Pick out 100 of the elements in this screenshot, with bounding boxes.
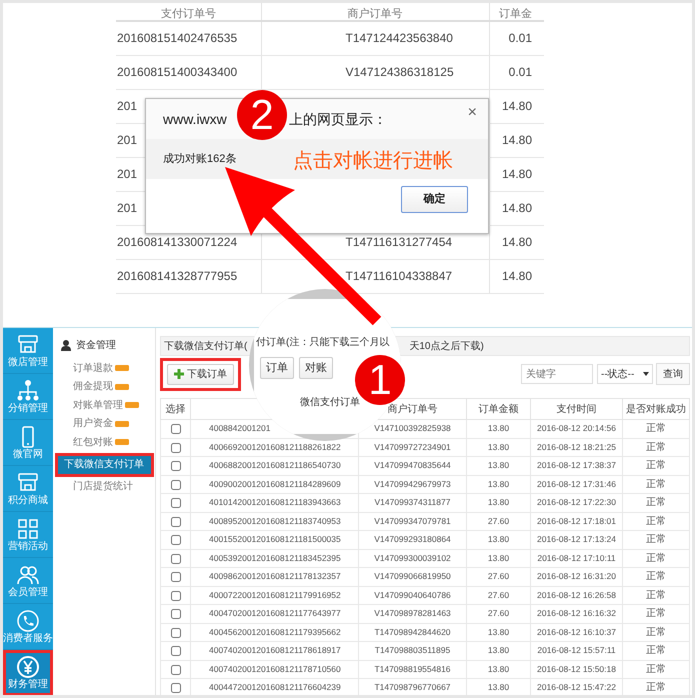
row-checkbox[interactable]: [170, 572, 180, 582]
search-field[interactable]: 关键字: [521, 364, 593, 384]
reconcile-button[interactable]: 对账: [299, 357, 333, 379]
download-button[interactable]: 下载订单: [167, 364, 234, 384]
table-cell: 0.01: [508, 64, 532, 78]
menu-item[interactable]: 门店提货统计: [53, 478, 155, 496]
table-cell: 正常: [646, 534, 666, 546]
menu-item[interactable]: 用户资金: [53, 414, 155, 433]
table-cell: 2016-08-12 16:16:32: [537, 608, 616, 618]
table-cell: V147098978281463: [374, 608, 451, 618]
menu-item[interactable]: 红包对账: [53, 433, 155, 452]
table-cell: V147099066819950: [374, 571, 451, 582]
table-cell: 正常: [646, 645, 666, 656]
menu-item[interactable]: 对账单管理: [53, 396, 155, 414]
table-cell: 4004702001201608121177643977: [209, 608, 341, 618]
table-cell: V147124386318125: [346, 64, 454, 78]
row-checkbox[interactable]: [170, 554, 180, 564]
row-checkbox[interactable]: [170, 628, 180, 638]
row-checkbox[interactable]: [170, 535, 180, 546]
table-cell: 14.80: [502, 200, 532, 214]
table-cell: 13.80: [488, 423, 510, 434]
table-cell: 27.60: [488, 590, 510, 600]
column-header: 商户订单号: [261, 3, 490, 21]
status-select[interactable]: --状态--: [597, 364, 653, 384]
row-checkbox[interactable]: [170, 609, 180, 620]
menu-item[interactable]: 下载微信支付订单: [56, 454, 153, 476]
table-cell: 14.80: [502, 268, 532, 282]
user-icon: [61, 340, 71, 351]
row-checkbox[interactable]: [170, 590, 180, 601]
table-cell: 4009002001201608121184289609: [209, 478, 341, 489]
table-cell: 4007402001201608121178618917: [209, 645, 341, 656]
table-cell: 4008952001201608121183740953: [209, 516, 341, 526]
network-icon: [16, 379, 40, 403]
table-cell: 201: [117, 166, 138, 180]
table-cell: 201608151400343400: [117, 64, 238, 78]
table-cell: 13.80: [488, 626, 510, 637]
table-cell: V147100392825938: [374, 423, 451, 434]
row-checkbox[interactable]: [170, 516, 180, 527]
yen-icon: [16, 655, 40, 679]
table-cell: V147099347079781: [374, 516, 451, 526]
table-cell: 0.01: [508, 30, 532, 44]
dialog-title: www.iwxw: [163, 110, 227, 128]
dialog-message: 成功对账162条: [163, 152, 236, 167]
menu-item[interactable]: 佣金提现: [53, 378, 155, 396]
nav-item[interactable]: 积分商城: [3, 466, 53, 512]
table-cell: 4006692001201608121188261822: [209, 442, 341, 452]
column-header: 支付时间: [530, 398, 622, 420]
table-cell: 201: [117, 132, 138, 146]
row-checkbox[interactable]: [170, 683, 180, 694]
close-button[interactable]: ×: [466, 104, 479, 122]
table-cell: 2016-08-12 16:26:58: [537, 590, 616, 600]
row-checkbox[interactable]: [170, 498, 180, 508]
table-cell: V147099374311877: [374, 497, 450, 508]
menu-item[interactable]: 订单退款: [53, 359, 155, 378]
table-cell: 正常: [646, 442, 666, 453]
annotation-text: 点击对帐进行进帐: [293, 149, 453, 173]
table-cell: 正常: [646, 571, 666, 582]
table-cell: T147116131277454: [346, 234, 452, 248]
table-cell: 13.80: [488, 682, 510, 692]
table-cell: 4004562001201608121179395662: [209, 626, 341, 637]
nav-item[interactable]: 分销管理: [3, 374, 53, 420]
query-button[interactable]: 查询: [656, 363, 690, 385]
table-cell: 2016-08-12 16:31:20: [537, 571, 616, 582]
table-cell: 2016-08-12 17:13:24: [537, 534, 616, 544]
table-cell: 2016-08-12 15:50:18: [537, 664, 616, 674]
page-note: 下载微信支付订单(: [164, 340, 248, 354]
row-checkbox[interactable]: [170, 442, 180, 453]
row-checkbox[interactable]: [170, 424, 180, 434]
phone-call-icon: [16, 609, 40, 633]
table-cell: 201608151402476535: [117, 30, 238, 44]
table-cell: 2016-08-12 17:31:46: [537, 478, 616, 489]
ok-button[interactable]: 确定: [401, 186, 468, 213]
table-cell: 4010142001201608121183943663: [209, 497, 341, 508]
table-cell: 4005392001201608121183452395: [209, 552, 341, 563]
table-cell: 正常: [646, 608, 666, 620]
nav-item[interactable]: 微店管理: [3, 328, 53, 374]
row-checkbox[interactable]: [170, 461, 180, 472]
table-cell: 4007402001201608121178710560: [209, 664, 341, 674]
table-cell: 2016-08-12 17:22:30: [537, 497, 616, 508]
table-cell: 2016-08-12 16:10:37: [537, 626, 616, 637]
column-header: 订单金: [489, 3, 544, 21]
table-cell: 2016-08-12 17:18:01: [537, 516, 616, 526]
row-checkbox[interactable]: [170, 646, 180, 656]
table-cell: 正常: [646, 590, 666, 601]
table-cell: 正常: [646, 516, 666, 527]
column-header: 选择: [160, 398, 190, 420]
table-cell: 13.80: [488, 645, 510, 656]
table-cell: 13.80: [488, 664, 510, 674]
table-cell: 2016-08-12 17:38:37: [537, 460, 616, 470]
nav-item[interactable]: 会员管理: [3, 558, 53, 604]
table-cell: 4009862001201608121178132357: [209, 571, 341, 582]
dialog-title: 上的网页显示：: [288, 110, 387, 128]
nav-item[interactable]: 财务管理: [3, 650, 53, 695]
nav-item[interactable]: 微官网: [3, 420, 53, 466]
table-cell: 13.80: [488, 552, 510, 563]
nav-item[interactable]: 营销活动: [3, 512, 53, 558]
table-cell: T147098942844620: [374, 626, 451, 637]
download-button[interactable]: 订单: [260, 357, 294, 379]
row-checkbox[interactable]: [170, 480, 180, 490]
row-checkbox[interactable]: [170, 664, 180, 675]
